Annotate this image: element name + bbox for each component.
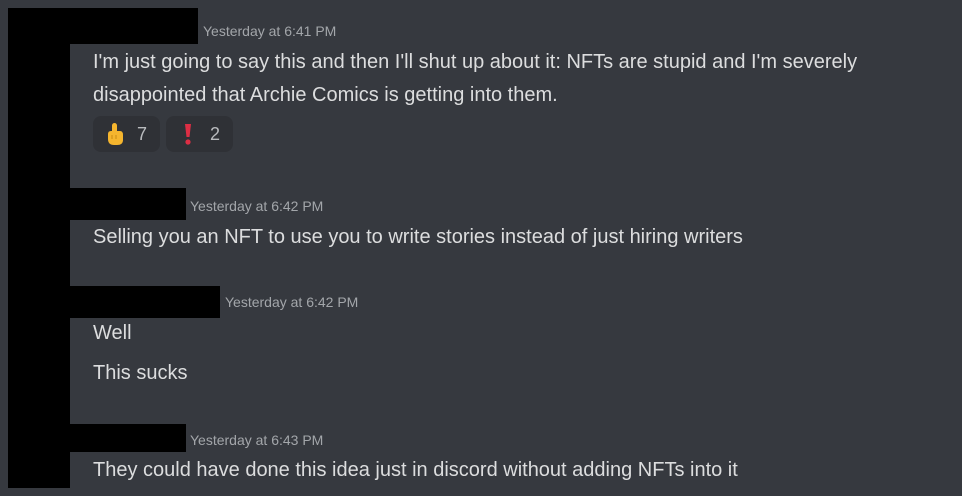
message-timestamp[interactable]: Yesterday at 6:42 PM xyxy=(190,197,323,215)
reaction-pointing-up[interactable]: 7 xyxy=(93,116,161,152)
redacted-avatar-column xyxy=(8,8,70,488)
redacted-username-4 xyxy=(70,424,186,452)
message-text: disappointed that Archie Comics is getti… xyxy=(93,84,558,106)
reaction-exclamation[interactable]: 2 xyxy=(166,116,234,152)
message-text: Selling you an NFT to use you to write s… xyxy=(93,226,743,248)
reaction-count: 2 xyxy=(210,123,221,144)
message-timestamp[interactable]: Yesterday at 6:42 PM xyxy=(225,293,358,311)
redacted-username-1 xyxy=(70,8,198,44)
message-text: Well xyxy=(93,322,132,344)
reaction-count: 7 xyxy=(137,123,148,144)
message-timestamp[interactable]: Yesterday at 6:41 PM xyxy=(203,22,336,40)
message-timestamp[interactable]: Yesterday at 6:43 PM xyxy=(190,431,323,449)
message-text: I'm just going to say this and then I'll… xyxy=(93,51,858,73)
pointing-up-hand-icon xyxy=(103,122,127,146)
reaction-bar: 7 2 xyxy=(93,116,234,152)
exclamation-icon xyxy=(176,122,200,146)
message-text: This sucks xyxy=(93,362,188,384)
message-text: They could have done this idea just in d… xyxy=(93,459,738,481)
redacted-username-3 xyxy=(70,286,220,318)
redacted-username-2 xyxy=(70,188,186,220)
